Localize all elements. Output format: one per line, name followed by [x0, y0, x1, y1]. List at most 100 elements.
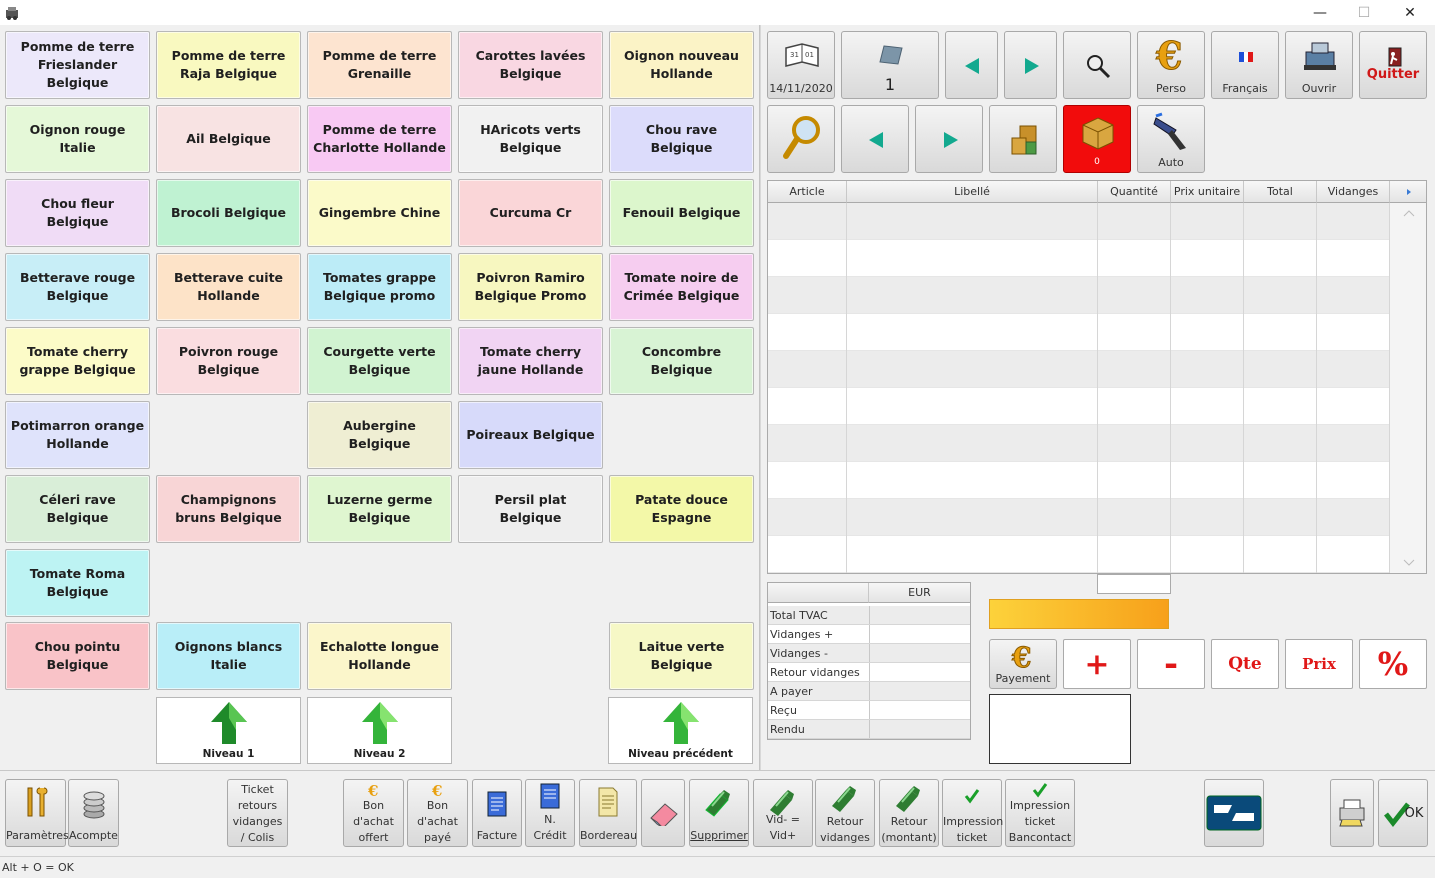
- discount-button[interactable]: %: [1359, 639, 1427, 689]
- search-ticket-button[interactable]: [1063, 31, 1131, 99]
- product-button[interactable]: Luzerne germe Belgique: [307, 475, 452, 543]
- product-button[interactable]: Laitue verte Belgique: [609, 622, 754, 690]
- product-button[interactable]: Tomate cherry jaune Hollande: [458, 327, 603, 395]
- minimize-button[interactable]: —: [1297, 0, 1343, 25]
- table-row[interactable]: [768, 425, 1389, 462]
- previous-ticket-button[interactable]: [945, 31, 998, 99]
- column-article[interactable]: Article: [768, 181, 847, 203]
- product-button[interactable]: Chou pointu Belgique: [5, 622, 150, 690]
- bancontact-button[interactable]: [1204, 779, 1264, 847]
- product-button[interactable]: HAricots verts Belgique: [458, 105, 603, 173]
- bon-achat-offert-button[interactable]: € Bon d'achat offert: [343, 779, 404, 847]
- payment-button[interactable]: € Payement: [989, 639, 1057, 689]
- column-libelle[interactable]: Libellé: [847, 181, 1098, 203]
- retour-vidanges-button[interactable]: Retour vidanges: [815, 779, 875, 847]
- stock-button[interactable]: [989, 105, 1057, 173]
- product-button[interactable]: Oignon nouveau Hollande: [609, 31, 754, 99]
- eraser-button[interactable]: [641, 779, 685, 847]
- product-button[interactable]: Curcuma Cr: [458, 179, 603, 247]
- print-button[interactable]: [1330, 779, 1374, 847]
- facture-button[interactable]: Facture: [472, 779, 522, 847]
- column-vidanges[interactable]: Vidanges: [1317, 181, 1390, 203]
- product-button[interactable]: Betterave cuite Hollande: [156, 253, 301, 321]
- plus-button[interactable]: +: [1063, 639, 1131, 689]
- ticket-retours-button[interactable]: Ticket retours vidanges / Colis: [227, 779, 288, 847]
- date-button[interactable]: 31 01 14/11/2020: [767, 31, 835, 99]
- bordereau-button[interactable]: Bordereau: [579, 779, 637, 847]
- retour-montant-button[interactable]: Retour (montant): [879, 779, 939, 847]
- product-button[interactable]: Brocoli Belgique: [156, 179, 301, 247]
- ticket-number-button[interactable]: 1: [841, 31, 939, 99]
- product-button[interactable]: Echalotte longue Hollande: [307, 622, 452, 690]
- maximize-button[interactable]: ☐: [1341, 0, 1387, 25]
- table-row[interactable]: [768, 388, 1389, 425]
- table-row[interactable]: [768, 203, 1389, 240]
- product-button[interactable]: Carottes lavées Belgique: [458, 31, 603, 99]
- product-button[interactable]: Poivron Ramiro Belgique Promo: [458, 253, 603, 321]
- product-button[interactable]: Pomme de terre Raja Belgique: [156, 31, 301, 99]
- product-button[interactable]: Pomme de terre Charlotte Hollande: [307, 105, 452, 173]
- level-1-button[interactable]: Niveau 1: [156, 697, 301, 764]
- column-more[interactable]: [1390, 181, 1426, 203]
- bon-achat-paye-button[interactable]: € Bon d'achat payé: [407, 779, 468, 847]
- product-button[interactable]: Champignons bruns Belgique: [156, 475, 301, 543]
- quit-button[interactable]: Quitter: [1359, 31, 1427, 99]
- vid-exchange-button[interactable]: Vid- = Vid+: [753, 779, 813, 847]
- product-button[interactable]: Patate douce Espagne: [609, 475, 754, 543]
- table-row[interactable]: [768, 462, 1389, 499]
- next-line-button[interactable]: [915, 105, 983, 173]
- level-2-button[interactable]: Niveau 2: [307, 697, 452, 764]
- ticket-lines-table[interactable]: Article Libellé Quantité Prix unitaire T…: [767, 180, 1427, 574]
- product-button[interactable]: Tomate noire de Crimée Belgique: [609, 253, 754, 321]
- product-button[interactable]: Pomme de terre Frieslander Belgique: [5, 31, 150, 99]
- column-quantite[interactable]: Quantité: [1098, 181, 1171, 203]
- product-button[interactable]: Oignons blancs Italie: [156, 622, 301, 690]
- supprimer-button[interactable]: Supprimer: [689, 779, 749, 847]
- minus-button[interactable]: -: [1137, 639, 1205, 689]
- note-credit-button[interactable]: N. Crédit: [525, 779, 575, 847]
- open-drawer-button[interactable]: Ouvrir: [1285, 31, 1353, 99]
- table-row[interactable]: [768, 536, 1389, 573]
- chevron-up-icon[interactable]: [1403, 209, 1415, 217]
- table-row[interactable]: [768, 240, 1389, 277]
- product-button[interactable]: Courgette verte Belgique: [307, 327, 452, 395]
- vertical-scrollbar[interactable]: [1390, 203, 1426, 573]
- product-button[interactable]: Oignon rouge Italie: [5, 105, 150, 173]
- auto-scan-button[interactable]: Auto: [1137, 105, 1205, 173]
- parametres-button[interactable]: Paramètres: [5, 779, 69, 847]
- product-button[interactable]: Fenouil Belgique: [609, 179, 754, 247]
- language-button[interactable]: Français: [1211, 31, 1279, 99]
- perso-button[interactable]: € Perso: [1137, 31, 1205, 99]
- table-row[interactable]: [768, 351, 1389, 388]
- product-button[interactable]: Tomates grappe Belgique promo: [307, 253, 452, 321]
- chevron-down-icon[interactable]: [1403, 559, 1415, 567]
- table-row[interactable]: [768, 499, 1389, 536]
- table-row[interactable]: [768, 277, 1389, 314]
- product-button[interactable]: Ail Belgique: [156, 105, 301, 173]
- product-button[interactable]: Aubergine Belgique: [307, 401, 452, 469]
- product-button[interactable]: Tomate cherry grappe Belgique: [5, 327, 150, 395]
- acompte-button[interactable]: Acompte: [68, 779, 119, 847]
- product-button[interactable]: Poireaux Belgique: [458, 401, 603, 469]
- product-button[interactable]: Gingembre Chine: [307, 179, 452, 247]
- impression-bancontact-button[interactable]: Impression ticket Bancontact: [1005, 779, 1075, 847]
- impression-ticket-button[interactable]: Impression ticket: [942, 779, 1003, 847]
- previous-level-button[interactable]: Niveau précédent: [608, 697, 753, 764]
- next-ticket-button[interactable]: [1004, 31, 1057, 99]
- product-button[interactable]: Concombre Belgique: [609, 327, 754, 395]
- box-count-button[interactable]: 0: [1063, 105, 1131, 173]
- product-button[interactable]: Tomate Roma Belgique: [5, 549, 150, 617]
- product-button[interactable]: Potimarron orange Hollande: [5, 401, 150, 469]
- ok-button[interactable]: OK: [1378, 779, 1428, 847]
- previous-line-button[interactable]: [841, 105, 909, 173]
- close-button[interactable]: ✕: [1387, 0, 1433, 25]
- article-search-button[interactable]: [767, 105, 835, 173]
- table-row[interactable]: [768, 314, 1389, 351]
- price-button[interactable]: Prix: [1285, 639, 1353, 689]
- quantity-button[interactable]: Qte: [1211, 639, 1279, 689]
- product-button[interactable]: Chou rave Belgique: [609, 105, 754, 173]
- product-button[interactable]: Persil plat Belgique: [458, 475, 603, 543]
- product-button[interactable]: Céleri rave Belgique: [5, 475, 150, 543]
- product-button[interactable]: Poivron rouge Belgique: [156, 327, 301, 395]
- product-button[interactable]: Pomme de terre Grenaille: [307, 31, 452, 99]
